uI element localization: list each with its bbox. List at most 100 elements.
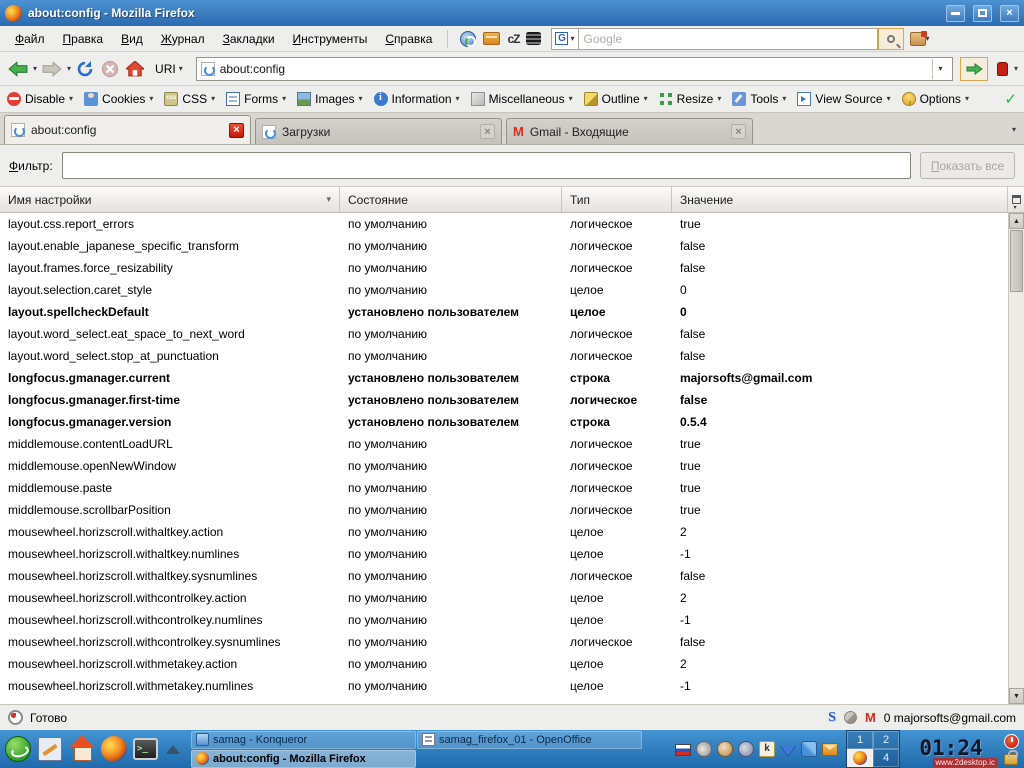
statusbar-extension-icon[interactable]	[8, 710, 23, 725]
reload-button[interactable]	[74, 58, 96, 80]
menu-view[interactable]: Вид	[112, 28, 152, 50]
column-header-type[interactable]: Тип	[562, 187, 672, 212]
pref-row[interactable]: mousewheel.horizscroll.withcontrolkey.nu…	[0, 609, 1008, 631]
keyboard-layout-icon[interactable]	[675, 744, 691, 756]
pref-row[interactable]: mousewheel.horizscroll.withmetakey.numli…	[0, 675, 1008, 697]
menu-bookmarks[interactable]: Закладки	[214, 28, 284, 50]
devbar-item-view-source[interactable]: View Source▾	[797, 92, 890, 106]
kandalf-icon[interactable]	[717, 741, 733, 757]
close-icon[interactable]: ×	[229, 123, 244, 138]
taskbar-task-firefox[interactable]: about:config - Mozilla Firefox	[191, 750, 416, 768]
klipper-icon[interactable]: k	[759, 741, 775, 757]
menu-help[interactable]: Справка	[376, 28, 441, 50]
devbar-item-information[interactable]: Information▾	[374, 92, 460, 106]
search-go-button[interactable]	[878, 28, 904, 50]
terminal-launcher[interactable]: >_	[131, 735, 160, 764]
maximize-button[interactable]	[973, 5, 992, 22]
column-picker-button[interactable]	[1008, 187, 1024, 212]
pref-row[interactable]: longfocus.gmanager.versionустановлено по…	[0, 411, 1008, 433]
back-history-dropdown[interactable]: ▾	[33, 65, 37, 73]
search-input[interactable]	[578, 28, 878, 50]
tab-about-config[interactable]: about:config×	[4, 115, 251, 144]
colorzilla-icon[interactable]: cZ	[507, 32, 519, 46]
home-folder-launcher[interactable]	[67, 735, 96, 764]
pref-row[interactable]: layout.selection.caret_styleпо умолчанию…	[0, 279, 1008, 301]
window-titlebar[interactable]: about:config - Mozilla Firefox ×	[0, 0, 1024, 26]
pager-desktop-2[interactable]: 2	[873, 731, 899, 749]
gmail-icon[interactable]: M	[865, 710, 876, 725]
scrollbar-track[interactable]	[1009, 293, 1024, 688]
taskbar-task-konqueror[interactable]: samag - Konqueror	[191, 731, 416, 749]
pager-desktop-1[interactable]: 1	[847, 731, 873, 749]
lock-icon[interactable]	[1004, 754, 1018, 765]
pref-row[interactable]: middlemouse.openNewWindowпо умолчаниюлог…	[0, 455, 1008, 477]
suse-menu-button[interactable]	[3, 735, 32, 764]
devbar-item-css[interactable]: CSS▾	[164, 92, 215, 106]
taskbar-task-openoffice[interactable]: samag_firefox_01 - OpenOffice	[417, 731, 642, 749]
pager-desktop-4[interactable]: 4	[873, 749, 899, 767]
tab-list-dropdown[interactable]: ▾	[1012, 126, 1016, 134]
pref-row[interactable]: mousewheel.horizscroll.withaltkey.sysnum…	[0, 565, 1008, 587]
forward-history-dropdown[interactable]: ▾	[67, 65, 71, 73]
uri-dropdown[interactable]: URI ▾	[149, 62, 189, 76]
clock-area[interactable]: 01:24 www.2desktop.ic	[905, 730, 997, 768]
devbar-item-disable[interactable]: Disable▾	[7, 92, 73, 106]
vertical-scrollbar[interactable]: ▲ ▼	[1008, 213, 1024, 704]
gmail-status-text[interactable]: 0 majorsofts@gmail.com	[884, 711, 1016, 725]
column-header-value[interactable]: Значение	[672, 187, 1008, 212]
devbar-item-tools[interactable]: Tools▾	[732, 92, 786, 106]
pager-desktop-3[interactable]	[847, 749, 873, 767]
scrollbar-thumb[interactable]	[1010, 230, 1023, 292]
go-button[interactable]	[960, 57, 988, 81]
tab-gmail[interactable]: MGmail - Входящие×	[506, 118, 753, 144]
pref-row[interactable]: layout.word_select.eat_space_to_next_wor…	[0, 323, 1008, 345]
url-history-dropdown[interactable]: ▾	[932, 59, 948, 79]
home-button[interactable]	[124, 59, 146, 79]
pref-row[interactable]: layout.css.report_errorsпо умолчаниюлоги…	[0, 213, 1008, 235]
stylish-icon[interactable]: S	[828, 710, 836, 726]
toolbox-icon[interactable]	[483, 32, 500, 45]
logout-icon[interactable]	[1004, 734, 1019, 749]
kget-icon[interactable]	[780, 745, 796, 756]
menu-tools[interactable]: Инструменты	[284, 28, 377, 50]
url-text[interactable]: about:config	[220, 62, 927, 76]
pref-row[interactable]: middlemouse.pasteпо умолчаниюлогическоеt…	[0, 477, 1008, 499]
session-restore-icon[interactable]	[460, 31, 476, 47]
kwrite-launcher[interactable]	[35, 735, 64, 764]
menu-file[interactable]: Файл	[6, 28, 54, 50]
menu-history[interactable]: Журнал	[152, 28, 214, 50]
network-icon[interactable]	[801, 741, 817, 757]
translate-icon[interactable]	[910, 32, 926, 46]
menu-edit[interactable]: Правка	[54, 28, 113, 50]
devbar-item-miscellaneous[interactable]: Miscellaneous▾	[471, 92, 573, 106]
stop-button[interactable]	[99, 58, 121, 80]
pref-row[interactable]: middlemouse.scrollbarPositionпо умолчани…	[0, 499, 1008, 521]
minimize-button[interactable]	[946, 5, 965, 22]
pref-row[interactable]: longfocus.gmanager.currentустановлено по…	[0, 367, 1008, 389]
pref-row[interactable]: mousewheel.horizscroll.withcontrolkey.sy…	[0, 631, 1008, 653]
show-all-button[interactable]: Показать все	[920, 152, 1015, 179]
pref-row[interactable]: mousewheel.horizscroll.withaltkey.numlin…	[0, 543, 1008, 565]
panel-expand-icon[interactable]	[166, 745, 180, 754]
pref-row[interactable]: mousewheel.horizscroll.withaltkey.action…	[0, 521, 1008, 543]
pref-row[interactable]: longfocus.gmanager.first-timeустановлено…	[0, 389, 1008, 411]
devbar-item-outline[interactable]: Outline▾	[584, 92, 648, 106]
devbar-item-options[interactable]: Options▾	[902, 92, 969, 106]
adblock-icon[interactable]	[844, 711, 857, 724]
scroll-up-button[interactable]: ▲	[1009, 213, 1024, 229]
column-header-status[interactable]: Состояние	[340, 187, 562, 212]
extension-icon[interactable]	[997, 62, 1008, 76]
volume-icon[interactable]	[696, 741, 712, 757]
devbar-item-forms[interactable]: Forms▾	[226, 92, 286, 106]
scroll-down-button[interactable]: ▼	[1009, 688, 1024, 704]
tab-downloads[interactable]: Загрузки×	[255, 118, 502, 144]
pref-row[interactable]: mousewheel.horizscroll.withcontrolkey.ac…	[0, 587, 1008, 609]
column-header-name[interactable]: Имя настройки ▾	[0, 187, 340, 212]
back-button[interactable]	[6, 59, 30, 79]
close-icon[interactable]: ×	[480, 124, 495, 139]
server-stack-icon[interactable]	[526, 32, 541, 45]
filter-input[interactable]	[62, 152, 911, 179]
search-engine-button[interactable]: G ▾	[551, 28, 577, 50]
forward-button[interactable]	[40, 59, 64, 79]
knode-icon[interactable]	[738, 741, 754, 757]
